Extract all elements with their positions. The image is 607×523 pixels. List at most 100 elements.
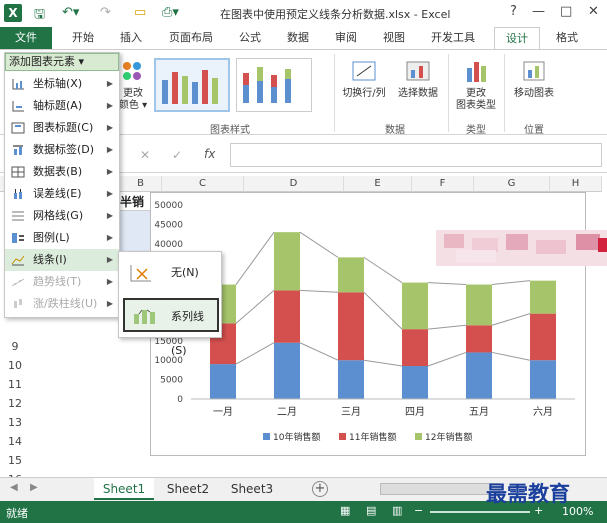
sheet-tab-1[interactable]: Sheet1 xyxy=(94,478,154,500)
selected-cell-range[interactable] xyxy=(120,211,150,255)
lines-submenu: 无(N) 系列线(S) xyxy=(118,251,222,357)
restore-button[interactable]: □ xyxy=(560,4,572,19)
row-header[interactable]: 12 xyxy=(0,396,30,412)
tab-page-layout[interactable]: 页面布局 xyxy=(160,27,222,49)
row-header[interactable]: 13 xyxy=(0,415,30,431)
legend-label: 10年销售额 xyxy=(273,431,320,443)
enter-icon[interactable]: ✓ xyxy=(172,148,182,162)
y-tick-label: 40000 xyxy=(154,240,183,250)
add-chart-element-button[interactable]: 添加图表元素 ▾ xyxy=(5,53,119,71)
bar-segment xyxy=(338,257,364,293)
change-colors-label-2: 颜色 ▾ xyxy=(118,100,148,111)
bar-segment xyxy=(466,352,492,399)
sheet-tab-3[interactable]: Sheet3 xyxy=(222,478,282,500)
menu-item-gridlines[interactable]: 网格线(G) ▶ xyxy=(5,205,119,227)
legend-swatch xyxy=(415,433,422,440)
scroll-right-icon[interactable]: ▶ xyxy=(30,482,38,493)
menu-item-error-bars[interactable]: 误差线(E) ▶ xyxy=(5,183,119,205)
chart-style-thumb-1 xyxy=(162,70,218,104)
chevron-right-icon: ▶ xyxy=(106,189,113,198)
tab-format[interactable]: 格式 xyxy=(544,27,590,49)
bar-segment xyxy=(530,313,556,361)
tab-developer[interactable]: 开发工具 xyxy=(420,27,486,49)
bar-segment xyxy=(274,290,300,343)
help-icon[interactable]: ? xyxy=(510,4,517,19)
tab-formulas[interactable]: 公式 xyxy=(228,27,272,49)
row-header[interactable]: 14 xyxy=(0,434,30,450)
tab-file[interactable]: 文件 xyxy=(0,27,52,49)
ribbon-separator xyxy=(448,54,449,132)
chart-style-1[interactable] xyxy=(154,58,230,112)
zoom-out-icon[interactable]: − xyxy=(414,504,423,517)
menu-item-chart-title[interactable]: 图表标题(C) ▶ xyxy=(5,117,119,139)
bar-segment xyxy=(402,366,428,399)
submenu-item-series-lines[interactable]: 系列线(S) xyxy=(123,298,219,357)
scroll-left-icon[interactable]: ◀ xyxy=(10,482,18,493)
bar-segment xyxy=(274,232,300,291)
column-header[interactable]: H xyxy=(550,176,602,192)
row-header[interactable]: 15 xyxy=(0,453,30,469)
add-sheet-icon[interactable]: + xyxy=(312,481,328,497)
x-category-label: 一月 xyxy=(213,406,233,418)
menu-item-axes[interactable]: 坐标轴(X) ▶ xyxy=(5,73,119,95)
menu-item-legend[interactable]: 图例(L) ▶ xyxy=(5,227,119,249)
status-ready: 就绪 xyxy=(6,507,28,520)
column-header[interactable]: F xyxy=(412,176,474,192)
menu-item-up-down-bars[interactable]: 涨/跌柱线(U) ▶ xyxy=(5,293,119,315)
open-icon[interactable]: ▭ xyxy=(134,5,146,20)
row-header[interactable]: 10 xyxy=(0,358,30,374)
page-layout-view-icon[interactable]: ▤ xyxy=(366,504,376,517)
redo-icon[interactable]: ↷ xyxy=(100,5,111,20)
column-header[interactable]: C xyxy=(162,176,244,192)
chart-styles-group-label: 图表样式 xyxy=(210,125,250,136)
chevron-right-icon: ▶ xyxy=(106,211,113,220)
chart-style-2[interactable] xyxy=(236,58,312,112)
menu-item-data-labels[interactable]: 数据标签(D) ▶ xyxy=(5,139,119,161)
minimize-button[interactable]: — xyxy=(532,4,545,19)
function-icon[interactable]: fx xyxy=(204,147,215,161)
move-chart-button[interactable]: 移动图表 xyxy=(508,58,560,100)
y-tick-label: 5000 xyxy=(160,376,183,386)
zoom-slider[interactable] xyxy=(430,511,530,513)
chevron-right-icon: ▶ xyxy=(106,123,113,132)
partial-header-cell[interactable]: 半销 xyxy=(120,193,150,211)
menu-item-axis-titles[interactable]: 轴标题(A) ▶ xyxy=(5,95,119,117)
horizontal-scrollbar[interactable] xyxy=(380,483,500,495)
tab-review[interactable]: 审阅 xyxy=(324,27,368,49)
sheet-tab-2[interactable]: Sheet2 xyxy=(158,478,218,500)
menu-item-trendline[interactable]: 趋势线(T) ▶ xyxy=(5,271,119,293)
tab-view[interactable]: 视图 xyxy=(372,27,416,49)
switch-row-column-button[interactable]: 切换行/列 xyxy=(340,58,388,100)
print-icon[interactable]: ⎙▾ xyxy=(162,5,179,20)
column-header[interactable]: D xyxy=(244,176,344,192)
save-icon[interactable]: 🖫 xyxy=(34,5,45,27)
cancel-icon[interactable]: ✕ xyxy=(140,148,150,162)
menu-item-label: 图表标题(C) xyxy=(33,121,94,134)
row-header[interactable]: 9 xyxy=(0,339,30,355)
page-break-view-icon[interactable]: ▥ xyxy=(392,504,402,517)
menu-item-label: 图例(L) xyxy=(33,231,70,244)
menu-item-data-table[interactable]: 数据表(B) ▶ xyxy=(5,161,119,183)
column-header[interactable]: E xyxy=(344,176,412,192)
tab-data[interactable]: 数据 xyxy=(276,27,320,49)
menu-item-label: 坐标轴(X) xyxy=(33,77,83,90)
select-data-button[interactable]: 选择数据 xyxy=(394,58,442,100)
formula-input[interactable] xyxy=(230,143,602,167)
submenu-item-none[interactable]: 无(N) xyxy=(123,256,219,290)
column-header[interactable]: G xyxy=(474,176,550,192)
y-tick-label: 45000 xyxy=(154,220,183,230)
row-header[interactable]: 11 xyxy=(0,377,30,393)
change-chart-type-button[interactable]: 更改 图表类型 xyxy=(452,58,500,112)
bar-segment xyxy=(274,342,300,399)
y-tick-label: 50000 xyxy=(154,201,183,211)
normal-view-icon[interactable]: ▦ xyxy=(340,504,350,517)
tab-design[interactable]: 设计 xyxy=(494,27,540,49)
tab-insert[interactable]: 插入 xyxy=(108,27,154,49)
close-button[interactable]: ✕ xyxy=(588,4,599,19)
column-header[interactable]: B xyxy=(120,176,162,192)
tab-home[interactable]: 开始 xyxy=(60,27,106,49)
change-colors-button[interactable]: 更改 颜色 ▾ xyxy=(118,58,148,112)
undo-icon[interactable]: ↶▾ xyxy=(62,5,79,20)
legend-label: 11年销售额 xyxy=(349,431,396,443)
menu-item-lines[interactable]: 线条(I) ▶ xyxy=(5,249,119,271)
